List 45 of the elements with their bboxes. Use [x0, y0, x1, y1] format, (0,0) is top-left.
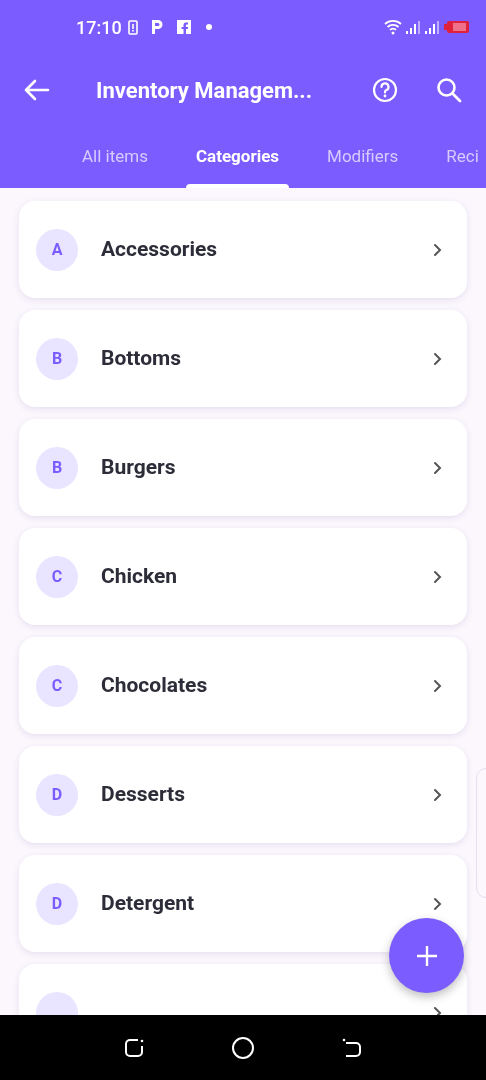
- screen-title: Inventory Managem...: [96, 76, 313, 105]
- back-icon[interactable]: [341, 1036, 363, 1059]
- category-card[interactable]: C Chocolates: [19, 637, 467, 734]
- dot-icon: [205, 24, 212, 30]
- chevron-right-icon: [433, 351, 443, 366]
- battery-alert-icon: [127, 19, 138, 35]
- chevron-right-icon: [433, 569, 443, 584]
- status-time: 17:10: [76, 15, 122, 40]
- chevron-right-icon: [433, 678, 443, 693]
- chevron-right-icon: [433, 1005, 443, 1015]
- category-card[interactable]: B Burgers: [19, 419, 467, 516]
- category-avatar: B: [36, 337, 78, 380]
- category-name: Accessories: [101, 235, 219, 263]
- category-avatar: B: [36, 446, 78, 489]
- category-name: Bottoms: [101, 344, 183, 372]
- category-name: Chocolates: [101, 671, 209, 699]
- category-card[interactable]: D Desserts: [19, 746, 467, 843]
- recent-apps-icon[interactable]: [123, 1036, 145, 1059]
- battery-icon: [444, 20, 470, 34]
- category-avatar: D: [36, 773, 78, 816]
- category-card[interactable]: A Accessories: [19, 201, 467, 298]
- category-name: Burgers: [101, 453, 177, 481]
- category-avatar: D: [36, 882, 78, 925]
- tab[interactable]: Categories: [185, 126, 290, 188]
- category-avatar: C: [36, 664, 78, 707]
- category-name: Desserts: [101, 780, 186, 808]
- chevron-right-icon: [433, 787, 443, 802]
- category-card[interactable]: B Bottoms: [19, 310, 467, 407]
- parking-icon: [149, 19, 164, 35]
- category-card[interactable]: D Detergent: [19, 855, 467, 952]
- back-arrow-icon[interactable]: [24, 79, 50, 101]
- search-icon[interactable]: [436, 77, 462, 103]
- home-icon[interactable]: [231, 1035, 255, 1060]
- category-name: Chicken: [101, 562, 179, 590]
- chevron-right-icon: [433, 242, 443, 257]
- category-name: Detergent: [101, 889, 196, 917]
- plus-icon: [415, 944, 438, 967]
- wifi-icon: [384, 19, 402, 35]
- facebook-icon: [175, 19, 192, 35]
- category-avatar: A: [36, 228, 78, 271]
- chevron-right-icon: [433, 896, 443, 911]
- category-avatar: C: [36, 555, 78, 598]
- category-card[interactable]: C Chicken: [19, 528, 467, 625]
- chevron-right-icon: [433, 460, 443, 475]
- help-icon[interactable]: [372, 77, 398, 103]
